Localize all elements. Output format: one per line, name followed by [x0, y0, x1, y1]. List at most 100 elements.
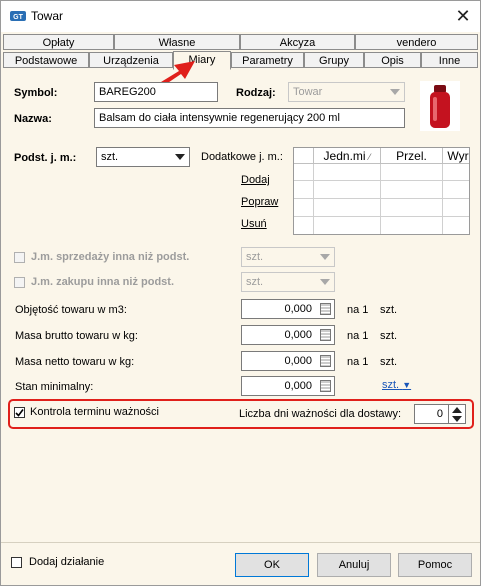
tab-vendero[interactable]: vendero [355, 34, 478, 50]
grid-cell [381, 217, 443, 234]
dodatkowe-jm-label: Dodatkowe j. m.: [201, 151, 283, 163]
kontrola-label: Kontrola terminu ważności [30, 406, 160, 418]
chevron-down-icon: ▼ [402, 380, 412, 390]
tab-parametry[interactable]: Parametry [231, 52, 304, 68]
podst-jm-label: Podst. j. m.: [14, 152, 77, 164]
chevron-down-icon [175, 154, 185, 160]
masa-netto-unit: szt. [380, 356, 398, 368]
masa-brutto-na: na 1 [347, 330, 369, 342]
masa-netto-value: 0,000 [284, 355, 312, 367]
grid-cell [443, 199, 469, 217]
masa-brutto-value: 0,000 [284, 329, 312, 341]
jm-zakupu-checkbox[interactable] [14, 277, 25, 288]
dodaj-dzialanie-label: Dodaj działanie [29, 556, 105, 568]
checkmark-icon [15, 409, 24, 417]
calculator-icon[interactable] [320, 303, 331, 315]
liczba-dni-spinner[interactable] [448, 404, 466, 424]
dodaj-link[interactable]: Dodaj [241, 174, 270, 186]
liczba-dni-label: Liczba dni ważności dla dostawy: [239, 408, 402, 420]
grid-cell [294, 199, 314, 217]
kontrola-checkbox[interactable] [14, 407, 25, 418]
masa-brutto-unit: szt. [380, 330, 398, 342]
tab-inne[interactable]: Inne [421, 52, 478, 68]
pomoc-button[interactable]: Pomoc [398, 553, 472, 577]
usun-link[interactable]: Usuń [241, 218, 267, 230]
calculator-icon[interactable] [320, 329, 331, 341]
product-image [420, 81, 460, 131]
chevron-down-icon [320, 254, 330, 260]
close-icon[interactable]: ✕ [452, 5, 474, 27]
jm-sprzedazy-select[interactable]: szt. [241, 247, 335, 267]
jm-zakupu-value: szt. [246, 276, 264, 288]
title-bar: GT Towar ✕ [1, 1, 480, 32]
dodatkowe-jm-grid[interactable]: Jedn.mi ⁄ Przel. Wyr [293, 147, 470, 235]
window-title: Towar [31, 9, 64, 23]
objetosc-value: 0,000 [284, 303, 312, 315]
jm-zakupu-select[interactable]: szt. [241, 272, 335, 292]
jm-sprzedazy-value: szt. [246, 251, 264, 263]
masa-brutto-label: Masa brutto towaru w kg: [15, 330, 138, 342]
ok-button[interactable]: OK [235, 553, 309, 577]
tab-opis[interactable]: Opis [364, 52, 421, 68]
grid-cell [314, 181, 381, 199]
chevron-down-icon [320, 279, 330, 285]
objetosc-unit: szt. [380, 304, 398, 316]
grid-cell [381, 199, 443, 217]
sort-icon: ⁄ [368, 152, 371, 162]
nazwa-label: Nazwa: [14, 113, 52, 125]
objetosc-input[interactable]: 0,000 [241, 299, 335, 319]
grid-header-jedn[interactable]: Jedn.mi ⁄ [314, 148, 381, 164]
grid-cell [381, 181, 443, 199]
spin-up-icon[interactable] [452, 407, 462, 413]
liczba-dni-input[interactable]: 0 [414, 404, 449, 424]
grid-header-jedn-label: Jedn.mi [323, 149, 366, 163]
dodaj-dzialanie-checkbox[interactable] [11, 557, 22, 568]
masa-netto-input[interactable]: 0,000 [241, 351, 335, 371]
grid-cell [443, 164, 469, 181]
anuluj-button[interactable]: Anuluj [317, 553, 391, 577]
tab-grupy[interactable]: Grupy [304, 52, 364, 68]
rodzaj-select[interactable]: Towar [288, 82, 405, 102]
footer-divider [1, 542, 480, 543]
stan-minimalny-value: 0,000 [284, 380, 312, 392]
grid-header-wyr[interactable]: Wyr [443, 148, 469, 164]
chevron-down-icon [390, 89, 400, 95]
calculator-icon[interactable] [320, 355, 331, 367]
podst-jm-select[interactable]: szt. [96, 147, 190, 167]
nazwa-input[interactable]: Balsam do ciała intensywnie regenerujący… [94, 108, 405, 128]
app-icon: GT [10, 11, 26, 21]
masa-brutto-input[interactable]: 0,000 [241, 325, 335, 345]
grid-cell [294, 164, 314, 181]
jm-zakupu-label: J.m. zakupu inna niż podst. [31, 276, 175, 288]
objetosc-na: na 1 [347, 304, 369, 316]
grid-cell [294, 181, 314, 199]
calculator-icon[interactable] [320, 380, 331, 392]
popraw-link[interactable]: Popraw [241, 196, 278, 208]
stan-minimalny-unit-link[interactable]: szt. ▼ [382, 379, 411, 391]
grid-cell [314, 199, 381, 217]
tab-podstawowe[interactable]: Podstawowe [3, 52, 89, 68]
tab-wlasne[interactable]: Własne [114, 34, 240, 50]
stan-minimalny-label: Stan minimalny: [15, 381, 94, 393]
spin-down-icon[interactable] [452, 416, 462, 422]
grid-cell [314, 217, 381, 234]
podst-jm-value: szt. [101, 151, 119, 163]
jm-sprzedazy-checkbox[interactable] [14, 252, 25, 263]
towar-dialog: GT Towar ✕ Opłaty Własne Akcyza vendero … [0, 0, 481, 586]
rodzaj-label: Rodzaj: [236, 87, 276, 99]
tab-akcyza[interactable]: Akcyza [240, 34, 355, 50]
symbol-input[interactable]: BAREG200 [94, 82, 218, 102]
stan-minimalny-input[interactable]: 0,000 [241, 376, 335, 396]
rodzaj-value: Towar [293, 86, 323, 98]
grid-cell [381, 164, 443, 181]
masa-netto-na: na 1 [347, 356, 369, 368]
grid-header-przel[interactable]: Przel. [381, 148, 443, 164]
symbol-label: Symbol: [14, 87, 58, 99]
jm-sprzedazy-label: J.m. sprzedaży inna niż podst. [31, 251, 190, 263]
objetosc-label: Objętość towaru w m3: [15, 304, 127, 316]
grid-cell [294, 217, 314, 234]
svg-text:GT: GT [13, 14, 23, 21]
tab-oplaty[interactable]: Opłaty [3, 34, 114, 50]
grid-cell [443, 181, 469, 199]
masa-netto-label: Masa netto towaru w kg: [15, 356, 135, 368]
